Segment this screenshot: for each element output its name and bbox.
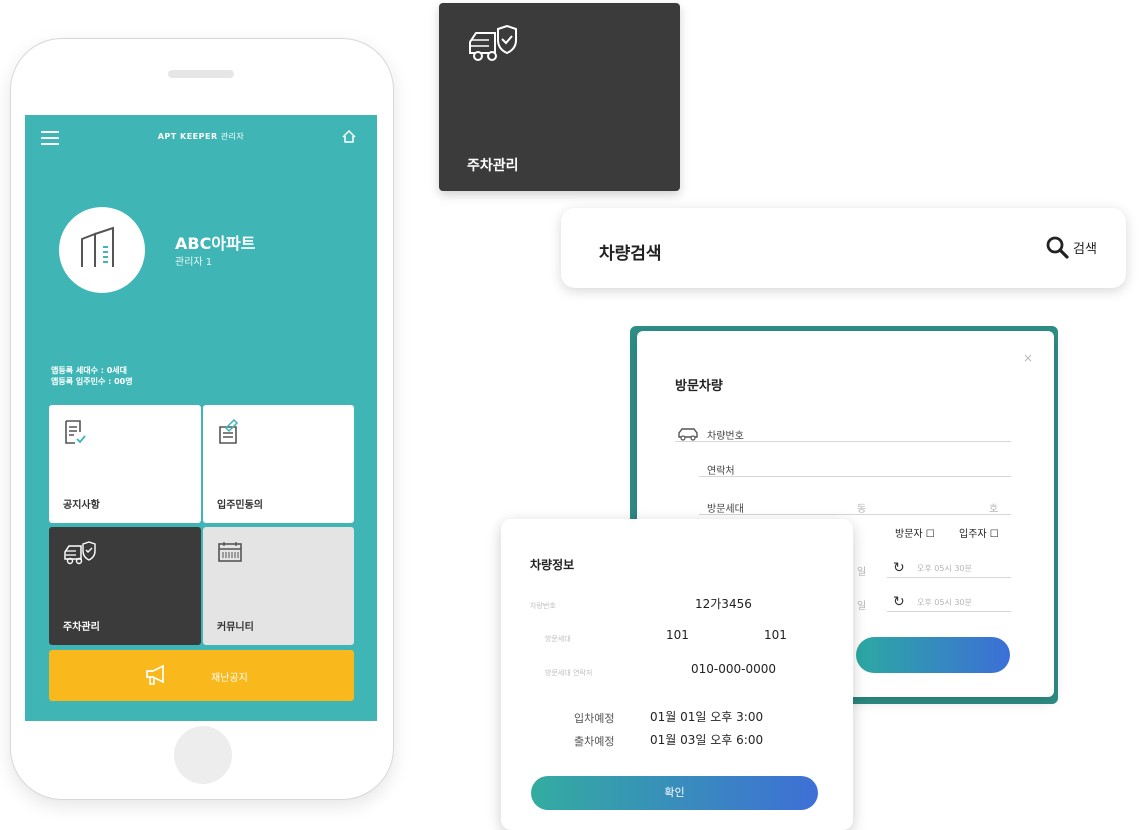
car-shield-icon (64, 541, 96, 565)
contact-label: 연락처 (707, 466, 735, 477)
visitor-checkbox[interactable]: 방문자 ☐ (895, 525, 935, 540)
info-contact-label: 방문세대 연락처 (545, 669, 593, 677)
tile-community[interactable]: 커뮤니티 (203, 527, 354, 645)
parking-card-label: 주차관리 (467, 158, 519, 174)
clock-icon[interactable]: ↻ (893, 594, 905, 610)
tile-resident-consent[interactable]: 입주민동의 (203, 405, 354, 523)
household-field[interactable] (699, 514, 1011, 515)
vehicle-info-title: 차량정보 (530, 558, 575, 572)
close-icon[interactable]: × (1023, 351, 1033, 365)
visitor-dialog-title: 방문차량 (675, 379, 723, 394)
search-button[interactable]: 검색 (1045, 235, 1097, 259)
apartment-name: ABC아파트 (175, 234, 256, 253)
info-dong-value: 101 (666, 628, 689, 642)
phone-speaker (168, 70, 234, 78)
tile-label-community: 커뮤니티 (217, 622, 254, 633)
app-brand: APT KEEPER 관리자 (25, 131, 377, 142)
tile-label-notices: 공지사항 (63, 500, 100, 511)
app-screen: APT KEEPER 관리자 ABC아파트 관리자 1 앱등록 세대수 : 0세… (25, 115, 377, 721)
home-icon[interactable] (341, 128, 357, 144)
parking-management-card[interactable]: 주차관리 (439, 3, 680, 191)
exit-time-field[interactable] (887, 611, 1011, 612)
info-car-number-label: 차량번호 (530, 602, 556, 610)
vehicle-search-bar: 차량검색 검색 (561, 208, 1126, 288)
car-icon (678, 428, 698, 441)
registration-stats: 앱등록 세대수 : 0세대 앱등록 입주민수 : 00명 (51, 365, 133, 387)
ho-unit: 호 (989, 504, 999, 515)
stat-households: 앱등록 세대수 : 0세대 (51, 366, 128, 375)
vehicle-info-dialog: 차량정보 차량번호 12가3456 방문세대 101 101 방문세대 연락처 … (501, 519, 853, 830)
entry-schedule-value: 01월 01일 오후 3:00 (650, 710, 764, 724)
search-icon (1046, 236, 1069, 259)
confirm-button[interactable]: 확인 (531, 776, 818, 810)
exit-schedule-value: 01월 03일 오후 6:00 (650, 733, 764, 747)
megaphone-icon (146, 664, 164, 685)
car-number-label: 차량번호 (707, 431, 744, 442)
dong-unit: 동 (857, 504, 867, 515)
stat-residents: 앱등록 입주민수 : 00명 (51, 377, 133, 386)
exit-date-suffix: 일 (857, 601, 867, 612)
disaster-notice-button[interactable]: 재난공지 (49, 650, 354, 701)
car-number-field[interactable] (675, 441, 1011, 442)
tile-label-parking: 주차관리 (63, 622, 100, 633)
vehicle-search-title: 차량검색 (599, 244, 662, 264)
tile-label-resident-consent: 입주민동의 (217, 500, 263, 511)
entry-time-placeholder[interactable]: 오후 05시 30분 (917, 563, 972, 574)
contact-field[interactable] (699, 476, 1011, 477)
info-car-number: 12가3456 (695, 597, 752, 611)
info-household-label: 방문세대 (545, 635, 571, 643)
entry-schedule-label: 입차예정 (574, 712, 615, 725)
app-top-bar: APT KEEPER 관리자 (25, 115, 377, 155)
signature-form-icon (219, 419, 239, 444)
household-label: 방문세대 (707, 504, 744, 515)
entry-date-suffix: 일 (857, 567, 867, 578)
search-button-label: 검색 (1073, 241, 1097, 257)
tile-parking[interactable]: 주차관리 (49, 527, 201, 645)
entry-time-field[interactable] (887, 577, 1011, 578)
brand-suffix: 관리자 (220, 132, 245, 141)
building-icon (81, 226, 114, 267)
visitor-submit-button[interactable] (856, 637, 1010, 673)
tile-notices[interactable]: 공지사항 (49, 405, 201, 523)
car-shield-icon (469, 25, 517, 61)
resident-checkbox[interactable]: 입주자 ☐ (959, 525, 999, 540)
disaster-notice-label: 재난공지 (211, 673, 248, 684)
exit-time-placeholder[interactable]: 오후 05시 30분 (917, 597, 972, 608)
phone-home-button[interactable] (174, 726, 232, 784)
brand-name: APT KEEPER (157, 132, 218, 141)
info-ho-value: 101 (764, 628, 787, 642)
document-check-icon (65, 420, 86, 444)
manager-role: 관리자 1 (175, 257, 213, 268)
exit-schedule-label: 출차예정 (574, 735, 615, 748)
calendar-icon (218, 542, 242, 562)
info-contact-value: 010-000-0000 (691, 662, 777, 676)
apartment-logo (59, 207, 145, 293)
clock-icon[interactable]: ↻ (893, 560, 905, 576)
